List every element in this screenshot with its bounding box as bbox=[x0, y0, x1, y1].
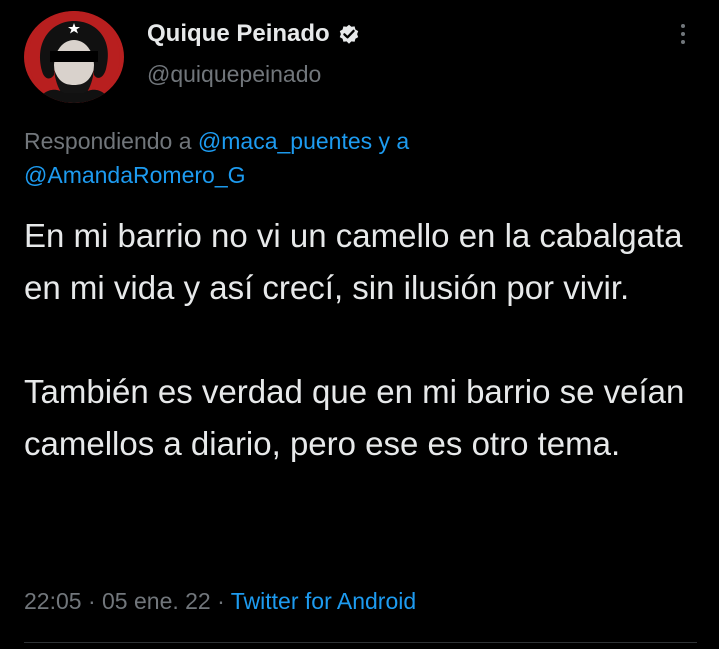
avatar-portrait-icon bbox=[28, 11, 120, 103]
tweet-date[interactable]: 05 ene. 22 bbox=[102, 588, 211, 614]
more-options-icon[interactable] bbox=[672, 18, 694, 50]
replying-to-prefix: Respondiendo a bbox=[24, 128, 192, 154]
tweet-text: En mi barrio no vi un camello en la caba… bbox=[24, 210, 704, 470]
verified-badge-icon bbox=[337, 22, 361, 46]
name-row: Quique Peinado bbox=[147, 18, 361, 50]
divider bbox=[24, 642, 697, 643]
more-dot bbox=[681, 40, 685, 44]
avatar[interactable] bbox=[24, 11, 124, 103]
more-dot bbox=[681, 32, 685, 36]
tweet-time[interactable]: 22:05 bbox=[24, 588, 82, 614]
tweet-paragraph: En mi barrio no vi un camello en la caba… bbox=[24, 217, 683, 306]
mention-link[interactable]: @maca_puentes bbox=[198, 128, 372, 154]
tweet-paragraph: También es verdad que en mi barrio se ve… bbox=[24, 373, 685, 462]
meta-separator: · bbox=[87, 588, 96, 614]
tweet-source-link[interactable]: Twitter for Android bbox=[231, 588, 416, 614]
meta-separator: · bbox=[217, 588, 225, 614]
more-dot bbox=[681, 24, 685, 28]
tweet-meta: 22:05 · 05 ene. 22 · Twitter for Android bbox=[24, 588, 416, 615]
author-block: Quique Peinado @quiquepeinado bbox=[147, 18, 361, 88]
replying-to-conjunction: y a bbox=[378, 128, 410, 154]
author-handle[interactable]: @quiquepeinado bbox=[147, 61, 361, 88]
mention-link[interactable]: @AmandaRomero_G bbox=[24, 162, 246, 188]
tweet-detail: Quique Peinado @quiquepeinado Respondien… bbox=[0, 0, 719, 649]
replying-to: Respondiendo a @maca_puentes y a @Amanda… bbox=[24, 124, 684, 192]
display-name[interactable]: Quique Peinado bbox=[147, 20, 330, 48]
